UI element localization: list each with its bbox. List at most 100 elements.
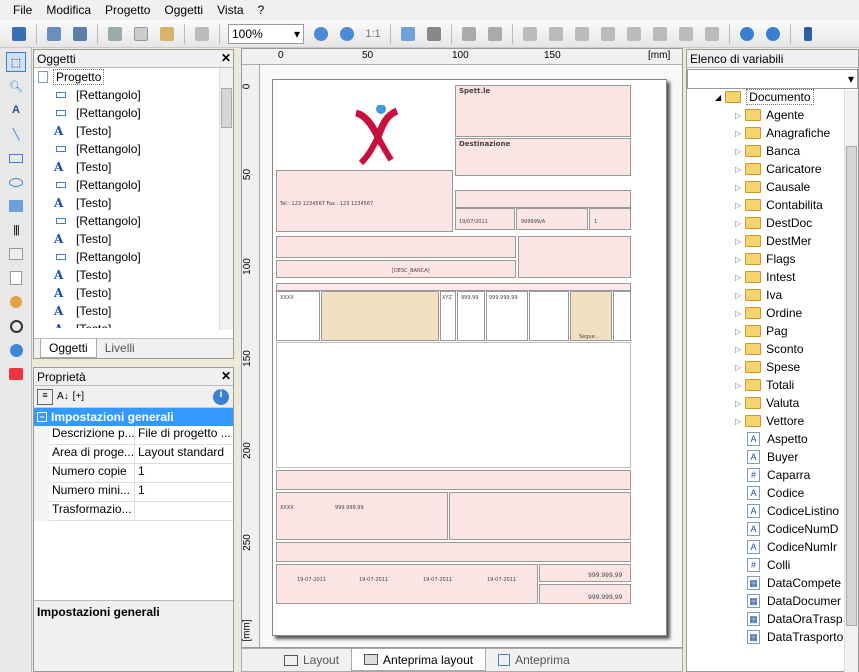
- table-tool-icon[interactable]: [6, 244, 26, 264]
- context-help-icon[interactable]: [762, 23, 784, 45]
- expand-arrow-icon[interactable]: ▷: [735, 111, 741, 120]
- same-width-icon[interactable]: [675, 23, 697, 45]
- tree-folder[interactable]: ▷ Intest: [687, 268, 845, 286]
- expand-arrow-icon[interactable]: ▷: [735, 183, 741, 192]
- distribute-h-icon[interactable]: [623, 23, 645, 45]
- close-icon[interactable]: ✕: [219, 51, 233, 66]
- same-height-icon[interactable]: [701, 23, 723, 45]
- globe-tool-icon[interactable]: [6, 340, 26, 360]
- expand-arrow-icon[interactable]: ▷: [735, 327, 741, 336]
- menu-help[interactable]: ?: [251, 3, 272, 17]
- properties-icon[interactable]: [423, 23, 445, 45]
- sort-az-icon[interactable]: A↓: [57, 391, 69, 402]
- tree-field[interactable]: A CodiceNumD: [687, 520, 845, 538]
- line-tool-icon[interactable]: ╲: [6, 124, 26, 144]
- menu-file[interactable]: File: [6, 3, 39, 17]
- property-value[interactable]: 1: [135, 464, 233, 482]
- align-left-icon[interactable]: [519, 23, 541, 45]
- variables-scrollbar[interactable]: [844, 90, 858, 672]
- tree-field[interactable]: A Buyer: [687, 448, 845, 466]
- tree-item-documento[interactable]: ◢ Documento: [687, 88, 845, 106]
- menu-progetto[interactable]: Progetto: [98, 3, 157, 17]
- tree-folder[interactable]: ▷ DestDoc: [687, 214, 845, 232]
- layer-up-icon[interactable]: [458, 23, 480, 45]
- undo-icon[interactable]: [191, 23, 213, 45]
- expand-arrow-icon[interactable]: ▷: [735, 309, 741, 318]
- print-preview-icon[interactable]: [43, 23, 65, 45]
- tree-folder[interactable]: ▷ Spese: [687, 358, 845, 376]
- expand-arrow-icon[interactable]: ▷: [735, 363, 741, 372]
- tree-item[interactable]: [Rettangolo]: [34, 212, 220, 230]
- barcode-tool-icon[interactable]: |||: [6, 220, 26, 240]
- close-icon[interactable]: ✕: [219, 369, 233, 384]
- tree-folder[interactable]: ▷ Iva: [687, 286, 845, 304]
- align-top-icon[interactable]: [571, 23, 593, 45]
- property-value[interactable]: 1: [135, 483, 233, 501]
- expand-arrow-icon[interactable]: ▷: [735, 237, 741, 246]
- distribute-v-icon[interactable]: [649, 23, 671, 45]
- categorized-icon[interactable]: ≡: [37, 388, 53, 405]
- tree-item[interactable]: A [Testo]: [34, 266, 220, 284]
- property-row[interactable]: Descrizione p... File di progetto ...: [49, 426, 233, 445]
- zoom-in-icon[interactable]: [310, 23, 332, 45]
- expand-arrow-icon[interactable]: ▷: [735, 129, 741, 138]
- expand-arrow-icon[interactable]: ▷: [735, 201, 741, 210]
- tree-folder[interactable]: ▷ Pag: [687, 322, 845, 340]
- expand-arrow-icon[interactable]: ▷: [735, 417, 741, 426]
- tree-field[interactable]: A CodiceNumIr: [687, 538, 845, 556]
- tree-item[interactable]: [Rettangolo]: [34, 176, 220, 194]
- tree-field[interactable]: A CodiceListino: [687, 502, 845, 520]
- property-value[interactable]: File di progetto ...: [135, 426, 233, 444]
- tree-item[interactable]: [Rettangolo]: [34, 104, 220, 122]
- tab-livelli[interactable]: Livelli: [97, 339, 143, 358]
- zoom-tool-icon[interactable]: 🔍︎: [6, 76, 26, 96]
- copy-icon[interactable]: [130, 23, 152, 45]
- menu-vista[interactable]: Vista: [210, 3, 250, 17]
- tree-folder[interactable]: ▷ Sconto: [687, 340, 845, 358]
- tree-item[interactable]: A [Testo]: [34, 194, 220, 212]
- tree-folder[interactable]: ▷ Vettore: [687, 412, 845, 430]
- refresh-icon[interactable]: [397, 23, 419, 45]
- expand-all-button[interactable]: [+]: [73, 391, 84, 402]
- expand-arrow-icon[interactable]: ▷: [735, 147, 741, 156]
- form-tool-icon[interactable]: [6, 268, 26, 288]
- tree-folder[interactable]: ▷ Ordine: [687, 304, 845, 322]
- tree-folder[interactable]: ▷ Banca: [687, 142, 845, 160]
- zoom-out-icon[interactable]: [336, 23, 358, 45]
- expand-arrow-icon[interactable]: ▷: [735, 255, 741, 264]
- expand-arrow-icon[interactable]: ▷: [735, 273, 741, 282]
- text-tool-icon[interactable]: A: [6, 100, 26, 120]
- property-row[interactable]: Numero mini... 1: [49, 483, 233, 502]
- tree-item[interactable]: [Rettangolo]: [34, 140, 220, 158]
- tab-oggetti[interactable]: Oggetti: [40, 339, 97, 358]
- zoom-select[interactable]: 100% ▾: [228, 23, 304, 44]
- tree-item[interactable]: A [Testo]: [34, 122, 220, 140]
- tree-field[interactable]: ▦ DataDocumer: [687, 592, 845, 610]
- tree-field[interactable]: A Aspetto: [687, 430, 845, 448]
- align-center-icon[interactable]: [545, 23, 567, 45]
- tree-item[interactable]: A [Testo]: [34, 320, 220, 328]
- tab-layout-preview[interactable]: Anteprima layout: [351, 649, 487, 671]
- tree-item[interactable]: A [Testo]: [34, 284, 220, 302]
- tree-field[interactable]: ▦ DataCompete: [687, 574, 845, 592]
- menu-modifica[interactable]: Modifica: [39, 3, 98, 17]
- align-bottom-icon[interactable]: [597, 23, 619, 45]
- ellipse-tool-icon[interactable]: [6, 172, 26, 192]
- tree-folder[interactable]: ▷ Totali: [687, 376, 845, 394]
- tree-folder[interactable]: ▷ DestMer: [687, 232, 845, 250]
- zoom-ratio-button[interactable]: 1:1: [362, 23, 384, 45]
- property-row[interactable]: Area di proge... Layout standard: [49, 445, 233, 464]
- layer-down-icon[interactable]: [484, 23, 506, 45]
- paste-icon[interactable]: [156, 23, 178, 45]
- cut-icon[interactable]: [104, 23, 126, 45]
- tree-folder[interactable]: ▷ Anagrafiche: [687, 124, 845, 142]
- property-value[interactable]: Layout standard: [135, 445, 233, 463]
- document-page[interactable]: Spett.le Destinazione Tel.: 123 1234567 …: [272, 79, 667, 636]
- user-tool-icon[interactable]: [6, 292, 26, 312]
- tree-item[interactable]: [Rettangolo]: [34, 86, 220, 104]
- property-group-header[interactable]: − Impostazioni generali: [34, 408, 233, 426]
- tab-preview[interactable]: Anteprima: [486, 649, 582, 671]
- info-icon[interactable]: i: [213, 388, 229, 405]
- tree-root[interactable]: Progetto: [34, 68, 220, 86]
- tree-field[interactable]: ▦ DataTrasporto: [687, 628, 845, 646]
